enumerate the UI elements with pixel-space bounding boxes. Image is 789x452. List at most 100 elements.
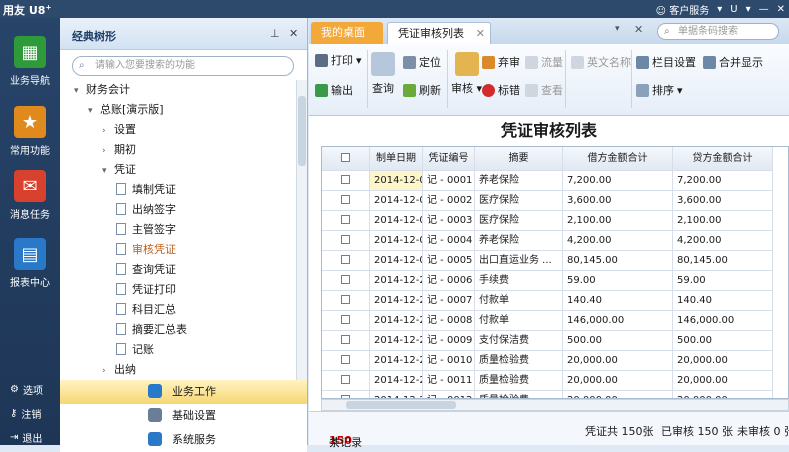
table-cell[interactable]: 记 - 0009 — [423, 331, 475, 351]
tree-search-input[interactable]: ⌕ 请输入您要搜索的功能 — [72, 56, 294, 76]
export-button[interactable]: 输出 — [315, 82, 353, 98]
table-cell[interactable]: 付款单 — [475, 291, 563, 311]
row-checkbox-cell[interactable] — [322, 331, 370, 351]
table-cell[interactable]: 7,200.00 — [673, 171, 773, 191]
table-cell[interactable]: 20,000.00 — [673, 371, 773, 391]
table-cell[interactable]: 2014-12-21 — [370, 351, 423, 371]
tab-voucher-audit-list[interactable]: 凭证审核列表 ✕ — [387, 22, 491, 44]
table-cell[interactable]: 2014-12-21 — [370, 311, 423, 331]
row-checkbox-cell[interactable] — [322, 311, 370, 331]
row-checkbox-cell[interactable] — [322, 251, 370, 271]
row-checkbox-cell[interactable] — [322, 391, 370, 398]
row-checkbox[interactable] — [341, 235, 350, 244]
accordion-item[interactable]: 基础设置 — [60, 404, 307, 428]
table-row[interactable]: 2014-12-04记 - 0004养老保险4,200.004,200.00 — [322, 231, 788, 251]
table-row[interactable]: 2014-12-21记 - 0010质量检验费20,000.0020,000.0… — [322, 351, 788, 371]
nav-business[interactable]: ▦ 业务导航 — [0, 36, 60, 87]
tree-node[interactable]: 记账 — [116, 340, 154, 360]
chevron-down-icon[interactable]: ▾ — [74, 81, 86, 101]
close-icon[interactable]: ✕ — [289, 27, 298, 40]
tree-node[interactable]: 科目汇总 — [116, 300, 176, 320]
table-cell[interactable]: 80,145.00 — [673, 251, 773, 271]
column-header[interactable]: 摘要 — [475, 147, 563, 171]
tree-scrollbar[interactable] — [296, 80, 307, 388]
table-cell[interactable]: 500.00 — [673, 331, 773, 351]
pin-icon[interactable]: ⊥ — [270, 27, 280, 40]
table-cell[interactable]: 20,000.00 — [563, 391, 673, 398]
logout-link[interactable]: ⚷ 注销 — [10, 406, 41, 421]
table-cell[interactable]: 2014-12-21 — [370, 271, 423, 291]
row-checkbox[interactable] — [341, 215, 350, 224]
u-menu-button[interactable]: U — [730, 4, 737, 15]
column-header[interactable]: 借方金额合计 — [563, 147, 673, 171]
accordion-item[interactable]: 系统服务 — [60, 428, 307, 452]
row-checkbox-cell[interactable] — [322, 211, 370, 231]
row-checkbox[interactable] — [341, 275, 350, 284]
audit-button[interactable]: 审核 ▾ — [451, 52, 482, 96]
table-cell[interactable]: 养老保险 — [475, 171, 563, 191]
table-cell[interactable]: 2014-12-04 — [370, 171, 423, 191]
table-row[interactable]: 2014-12-21记 - 0007付款单140.40140.40 — [322, 291, 788, 311]
table-cell[interactable]: 140.40 — [563, 291, 673, 311]
chevron-down-icon[interactable]: ▾ — [88, 101, 100, 121]
table-row[interactable]: 2014-12-21记 - 0008付款单146,000.00146,000.0… — [322, 311, 788, 331]
table-cell[interactable]: 养老保险 — [475, 231, 563, 251]
tree-node[interactable]: › 设置 — [102, 120, 136, 140]
row-checkbox[interactable] — [341, 375, 350, 384]
row-checkbox[interactable] — [341, 315, 350, 324]
table-row[interactable]: 2014-12-04记 - 0001养老保险7,200.007,200.00 — [322, 171, 788, 191]
tree-node[interactable]: › 出纳 — [102, 360, 136, 380]
tree-node[interactable]: 审核凭证 — [116, 240, 176, 260]
row-checkbox[interactable] — [341, 175, 350, 184]
table-cell[interactable]: 2,100.00 — [673, 211, 773, 231]
table-cell[interactable]: 2014-12-21 — [370, 331, 423, 351]
table-cell[interactable]: 2,100.00 — [563, 211, 673, 231]
column-settings-button[interactable]: 栏目设置 — [636, 54, 696, 70]
flow-button[interactable]: 流量 — [525, 54, 563, 70]
table-row[interactable]: 2014-12-21记 - 0012质量检验费20,000.0020,000.0… — [322, 391, 788, 398]
column-header[interactable]: 制单日期 — [370, 147, 423, 171]
row-checkbox[interactable] — [341, 195, 350, 204]
table-cell[interactable]: 20,000.00 — [563, 371, 673, 391]
table-cell[interactable]: 医疗保险 — [475, 211, 563, 231]
exit-link[interactable]: ⇥ 退出 — [10, 430, 42, 445]
table-row[interactable]: 2014-12-04记 - 0005出口直运业务 ...80,145.0080,… — [322, 251, 788, 271]
chevron-right-icon[interactable]: › — [102, 141, 114, 161]
tree-node[interactable]: 查询凭证 — [116, 260, 176, 280]
review-button[interactable]: 查看 — [525, 82, 563, 98]
table-cell[interactable]: 2014-12-21 — [370, 371, 423, 391]
chevron-right-icon[interactable]: › — [102, 361, 114, 381]
close-icon[interactable]: ✕ — [634, 23, 643, 36]
table-cell[interactable]: 7,200.00 — [563, 171, 673, 191]
table-cell[interactable]: 医疗保险 — [475, 191, 563, 211]
select-all-checkbox[interactable] — [322, 147, 370, 171]
chevron-down-icon[interactable]: ▾ — [615, 24, 620, 34]
table-cell[interactable]: 20,000.00 — [673, 391, 773, 398]
table-cell[interactable]: 59.00 — [563, 271, 673, 291]
table-cell[interactable]: 质量检验费 — [475, 351, 563, 371]
table-row[interactable]: 2014-12-04记 - 0003医疗保险2,100.002,100.00 — [322, 211, 788, 231]
table-cell[interactable]: 记 - 0005 — [423, 251, 475, 271]
abandon-audit-button[interactable]: 弃审 — [482, 54, 520, 70]
refresh-button[interactable]: 刷新 — [403, 82, 441, 98]
row-checkbox-cell[interactable] — [322, 231, 370, 251]
customer-service-button[interactable]: ☺ 客户服务 — [656, 2, 710, 17]
minimize-button[interactable]: — — [759, 4, 769, 15]
table-cell[interactable]: 59.00 — [673, 271, 773, 291]
row-checkbox-cell[interactable] — [322, 191, 370, 211]
close-icon[interactable]: ✕ — [476, 23, 485, 45]
locate-button[interactable]: 定位 — [403, 54, 441, 70]
row-checkbox-cell[interactable] — [322, 291, 370, 311]
table-cell[interactable]: 记 - 0004 — [423, 231, 475, 251]
english-name-button[interactable]: 英文名称 — [571, 54, 631, 70]
row-checkbox-cell[interactable] — [322, 171, 370, 191]
tree-node[interactable]: 主管签字 — [116, 220, 176, 240]
table-cell[interactable]: 质量检验费 — [475, 391, 563, 398]
row-checkbox[interactable] — [341, 335, 350, 344]
scroll-thumb[interactable] — [346, 401, 456, 409]
dropdown-icon[interactable]: ▾ — [746, 4, 751, 15]
tree-node[interactable]: 摘要汇总表 — [116, 320, 187, 340]
table-cell[interactable]: 80,145.00 — [563, 251, 673, 271]
tree-node[interactable]: ▾ 总账[演示版] — [88, 100, 164, 120]
tab-desktop[interactable]: 我的桌面 — [311, 22, 383, 44]
